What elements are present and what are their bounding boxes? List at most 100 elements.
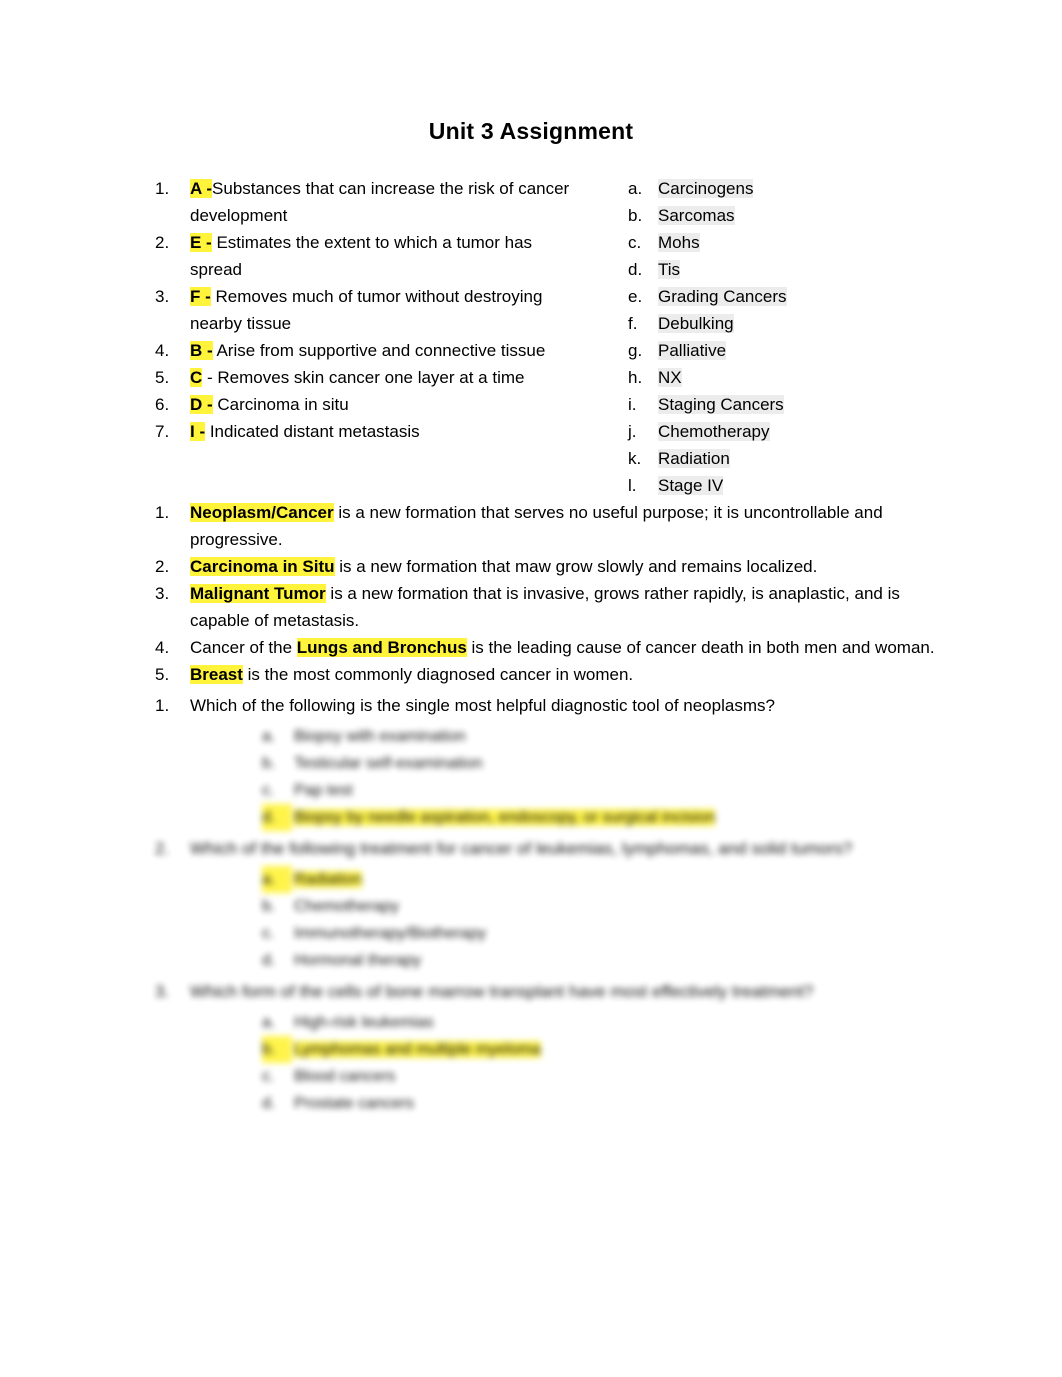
page-title: Unit 3 Assignment [428, 118, 634, 144]
matching-option: j. Chemotherapy [618, 418, 952, 445]
item-number: 6. [155, 395, 170, 414]
matching-option: c. Mohs [618, 229, 952, 256]
statement-number: 3. [155, 584, 170, 603]
matching-item: 3. F - Removes much of tumor without dest… [148, 283, 588, 337]
statement-number: 5. [155, 665, 170, 684]
choice-item: b. Testicular self-examination [262, 750, 952, 777]
option-text: Stage IV [658, 476, 724, 495]
choice-text: Hormonal therapy [294, 952, 422, 969]
choice-text: Pap test [294, 782, 353, 799]
item-text: Carcinoma in situ [212, 395, 349, 414]
choice-text: Radiation [294, 871, 362, 888]
item-answer: F - [190, 287, 211, 306]
option-letter: l. [628, 476, 637, 495]
matching-option: a. Carcinogens [618, 175, 952, 202]
statement-item: 1. Neoplasm/Cancer is a new formation tha… [148, 499, 952, 553]
choice-list: a. Biopsy with examination b. Testicular s… [190, 723, 952, 831]
statement-answer: Carcinoma in Situ [190, 557, 335, 576]
choice-marker: b. [262, 898, 276, 915]
choice-text: Chemotherapy [294, 898, 399, 915]
question-text: Which of the following is the single mos… [190, 696, 775, 715]
option-text: Tis [658, 260, 681, 279]
option-text: Carcinogens [658, 179, 754, 198]
matching-right-column: a. Carcinogens b. Sarcomas c. Mohs d. Tis e.… [588, 175, 952, 499]
choice-marker: a. [262, 728, 276, 745]
option-letter: k. [628, 449, 642, 468]
statement-post: is the most commonly diagnosed cancer in… [242, 665, 634, 684]
choice-marker: c. [262, 925, 275, 942]
statement-number: 1. [155, 503, 170, 522]
choice-item: d. Biopsy by needle aspiration, endoscopy… [262, 804, 952, 831]
question-text: Which of the following treatment for can… [190, 839, 853, 858]
choice-text: Prostate cancers [294, 1095, 415, 1112]
option-letter: a. [628, 179, 643, 198]
statement-item: 2. Carcinoma in Situ is a new formation t… [148, 553, 952, 580]
statement-answer: Neoplasm/Cancer [190, 503, 334, 522]
choice-marker: d. [262, 952, 276, 969]
choice-item: a. High-risk leukemias [262, 1009, 952, 1036]
question-text: Which form of the cells of bone marrow t… [190, 982, 814, 1001]
matching-option: f. Debulking [618, 310, 952, 337]
choice-text: Blood cancers [294, 1068, 396, 1085]
matching-item: 5. C - Removes skin cancer one layer at a… [148, 364, 588, 391]
choice-list: a. Radiation b. Chemotherapy c. Immunothera… [190, 866, 952, 974]
choice-marker: b. [262, 755, 276, 772]
choice-marker: a. [262, 1014, 276, 1031]
option-text: Palliative [658, 341, 727, 360]
option-text: Grading Cancers [658, 287, 787, 306]
choice-marker: a. [262, 866, 292, 893]
item-number: 7. [155, 422, 170, 441]
choice-text: Biopsy by needle aspiration, endoscopy, … [294, 809, 716, 826]
matching-option: d. Tis [618, 256, 952, 283]
statements-section: 1. Neoplasm/Cancer is a new formation tha… [148, 499, 952, 688]
option-text: Radiation [658, 449, 730, 468]
choice-text: Biopsy with examination [294, 728, 466, 745]
option-text: Sarcomas [658, 206, 735, 225]
choice-item: c. Blood cancers [262, 1063, 952, 1090]
matching-section: 1. A -Substances that can increase the ri… [148, 175, 952, 499]
option-letter: h. [628, 368, 643, 387]
item-text: Substances that can increase the risk of… [190, 179, 570, 225]
option-text: Staging Cancers [658, 395, 784, 414]
matching-item: 2. E - Estimates the extent to which a tu… [148, 229, 588, 283]
option-letter: g. [628, 341, 643, 360]
choice-item: d. Hormonal therapy [262, 947, 952, 974]
choice-item: c. Pap test [262, 777, 952, 804]
statement-answer: Lungs and Bronchus [296, 638, 467, 657]
item-answer: B - [190, 341, 213, 360]
matching-option: i. Staging Cancers [618, 391, 952, 418]
statement-answer: Malignant Tumor [190, 584, 326, 603]
item-text: Removes much of tumor without destroying… [190, 287, 543, 333]
choice-text: Immunotherapy/Biotherapy [294, 925, 487, 942]
matching-item: 4. B - Arise from supportive and connecti… [148, 337, 588, 364]
choice-marker: d. [262, 804, 292, 831]
document-content: 1. A -Substances that can increase the ri… [0, 175, 1062, 1117]
matching-option: b. Sarcomas [618, 202, 952, 229]
choice-item: a. Biopsy with examination [262, 723, 952, 750]
statement-pre: Cancer of the [190, 638, 297, 657]
matching-option: e. Grading Cancers [618, 283, 952, 310]
statement-number: 2. [155, 557, 170, 576]
option-letter: j. [628, 422, 637, 441]
questions-section: 1. Which of the following is the single m… [148, 692, 952, 1117]
item-answer: E - [190, 233, 212, 252]
item-answer: A - [190, 179, 213, 198]
choice-text: Testicular self-examination [294, 755, 483, 772]
matching-options: a. Carcinogens b. Sarcomas c. Mohs d. Tis e.… [618, 175, 952, 499]
choice-item: c. Immunotherapy/Biotherapy [262, 920, 952, 947]
statement-number: 4. [155, 638, 170, 657]
matching-left-column: 1. A -Substances that can increase the ri… [148, 175, 588, 499]
matching-item: 7. I - Indicated distant metastasis [148, 418, 588, 445]
item-text: Arise from supportive and connective tis… [212, 341, 546, 360]
choice-item: a. Radiation [262, 866, 952, 893]
option-text: Chemotherapy [658, 422, 770, 441]
choice-list: a. High-risk leukemias b. Lymphomas and mu… [190, 1009, 952, 1117]
statement-post: is a new formation that maw grow slowly … [334, 557, 818, 576]
option-letter: e. [628, 287, 643, 306]
item-answer: I - [190, 422, 206, 441]
option-letter: f. [628, 314, 638, 333]
matching-item: 6. D - Carcinoma in situ [148, 391, 588, 418]
question-item: 1. Which of the following is the single m… [148, 692, 952, 831]
item-number: 5. [155, 368, 170, 387]
item-answer: C [190, 368, 203, 387]
